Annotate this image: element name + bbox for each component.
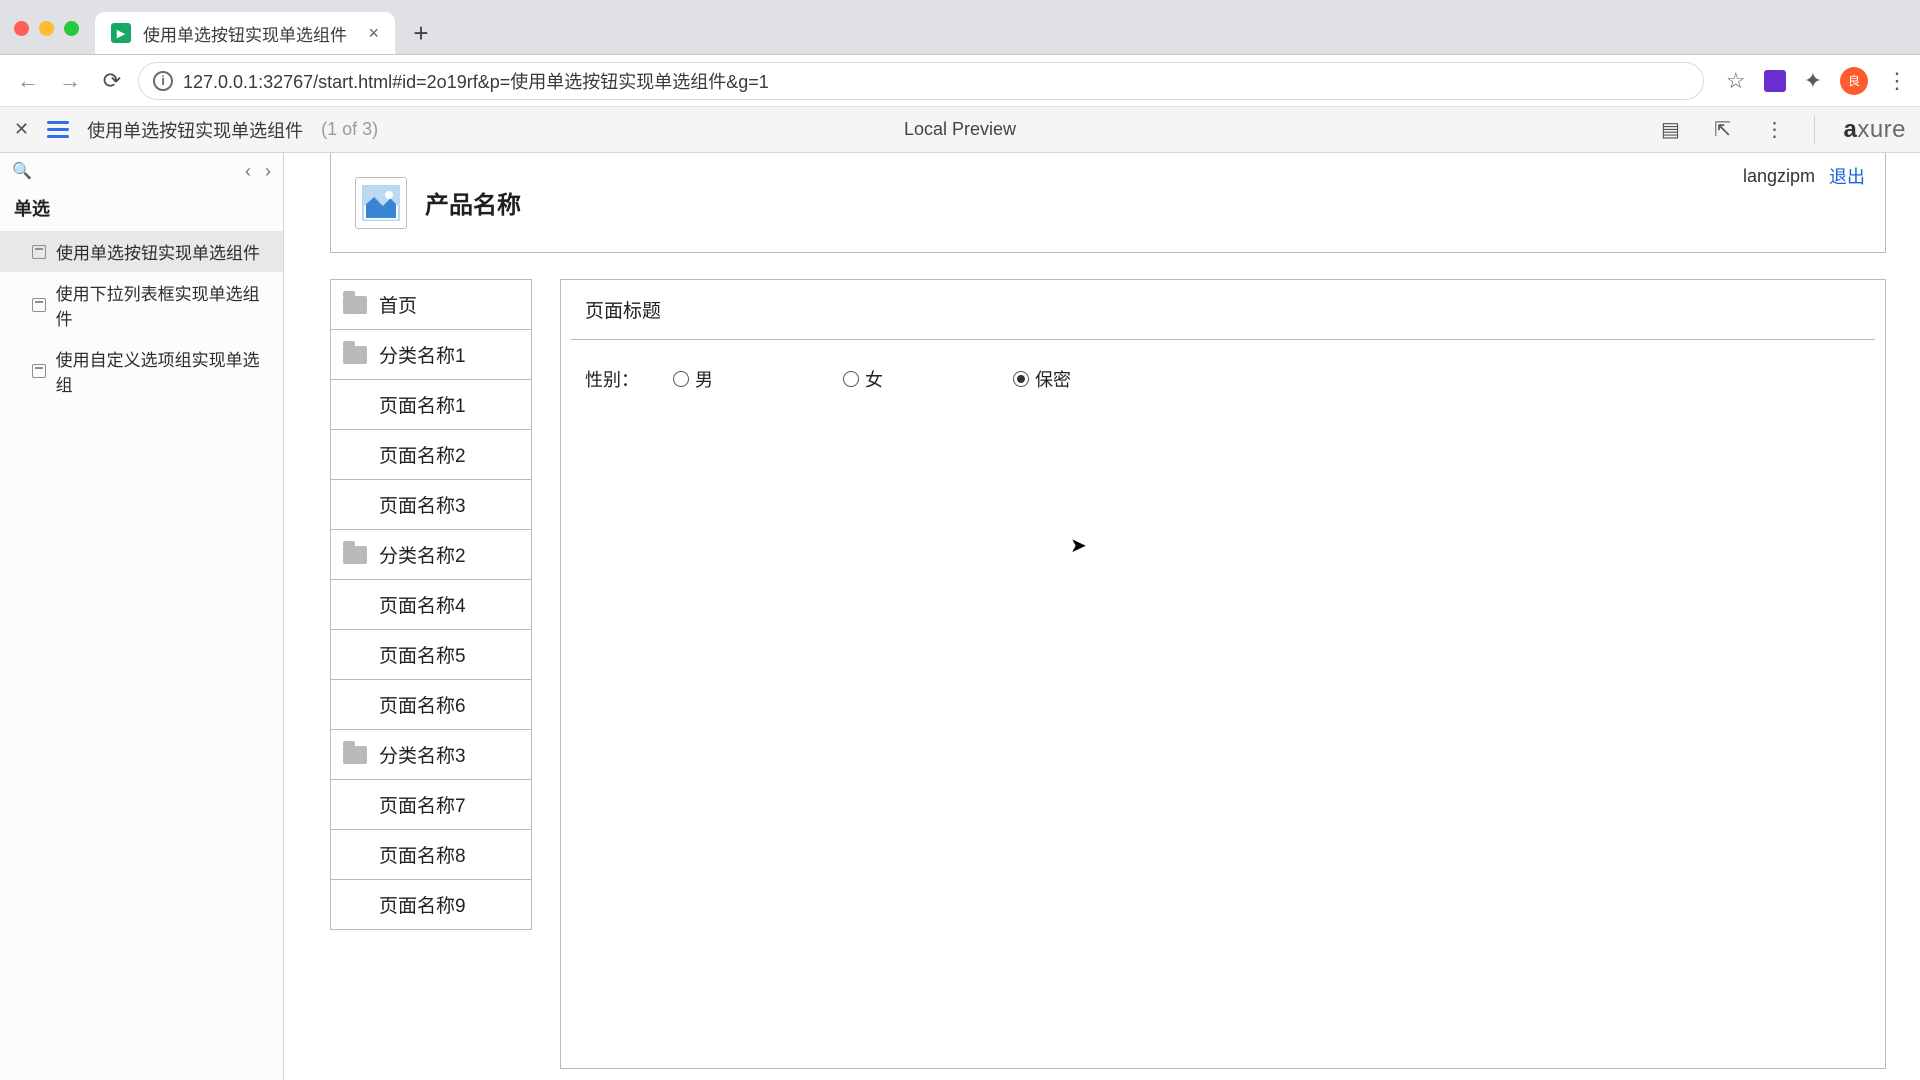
prototype-content: 页面标题 性别： 男 女 保密 (560, 279, 1886, 1069)
gender-radio-option[interactable]: 男 (673, 366, 763, 392)
nav-item-label: 页面名称2 (379, 441, 466, 468)
browser-tabstrip: 使用单选按钮实现单选组件 × + (0, 0, 1920, 55)
nav-item-label: 页面名称9 (379, 891, 466, 918)
new-tab-button[interactable]: + (403, 15, 439, 51)
window-maximize-button[interactable] (64, 21, 79, 36)
nav-item-label: 页面名称6 (379, 691, 466, 718)
nav-category-item[interactable]: 首页 (330, 280, 532, 330)
nav-item-label: 页面名称1 (379, 391, 466, 418)
tab-favicon-icon (111, 23, 131, 43)
pages-tree-item-label: 使用自定义选项组实现单选组 (56, 346, 269, 396)
extension-icon[interactable] (1764, 70, 1786, 92)
tab-title: 使用单选按钮实现单选组件 (143, 21, 347, 46)
nav-item-label: 页面名称7 (379, 791, 466, 818)
nav-page-item[interactable]: 页面名称7 (330, 780, 532, 830)
username-label: langzipm (1743, 166, 1815, 187)
axure-pages-panel: 🔍 ‹ › 单选 使用单选按钮实现单选组件使用下拉列表框实现单选组件使用自定义选… (0, 153, 284, 1080)
divider (1814, 116, 1815, 144)
extensions-puzzle-icon[interactable]: ✦ (1804, 68, 1822, 94)
axure-preview-label: Local Preview (904, 119, 1016, 140)
nav-category-item[interactable]: 分类名称1 (330, 330, 532, 380)
content-title: 页面标题 (561, 280, 1885, 339)
axure-logo: axure (1843, 116, 1906, 144)
gender-label: 性别： (585, 366, 639, 392)
nav-item-label: 分类名称1 (379, 341, 466, 368)
axure-close-button[interactable]: ✕ (14, 119, 29, 140)
browser-menu-button[interactable]: ⋮ (1886, 68, 1908, 94)
axure-page-counter: (1 of 3) (321, 119, 378, 140)
logout-link[interactable]: 退出 (1829, 163, 1865, 189)
folder-icon (343, 296, 367, 314)
pages-search-icon[interactable]: 🔍 (12, 161, 32, 181)
folder-icon (343, 546, 367, 564)
radio-icon (843, 371, 859, 387)
nav-item-label: 页面名称3 (379, 491, 466, 518)
nav-forward-button[interactable]: → (54, 65, 86, 97)
pages-tree-item[interactable]: 使用单选按钮实现单选组件 (0, 231, 283, 272)
pages-next-button[interactable]: › (265, 161, 271, 182)
page-icon (32, 364, 46, 378)
nav-reload-button[interactable]: ⟳ (96, 65, 128, 97)
axure-notes-icon[interactable]: ▤ (1658, 118, 1682, 142)
nav-page-item[interactable]: 页面名称4 (330, 580, 532, 630)
window-controls (14, 21, 79, 36)
product-logo-icon (355, 177, 407, 229)
axure-toolbar: ✕ 使用单选按钮实现单选组件 (1 of 3) Local Preview ▤ … (0, 107, 1920, 153)
nav-page-item[interactable]: 页面名称2 (330, 430, 532, 480)
site-info-icon[interactable]: i (153, 71, 173, 91)
nav-page-item[interactable]: 页面名称9 (330, 880, 532, 930)
nav-item-label: 首页 (379, 291, 417, 318)
prototype-canvas: 产品名称 langzipm 退出 首页分类名称1 页面名称1 页面名称2 页面名称3 分… (284, 153, 1920, 1080)
radio-icon (673, 371, 689, 387)
page-icon (32, 298, 46, 312)
nav-back-button[interactable]: ← (12, 65, 44, 97)
tab-close-button[interactable]: × (368, 23, 379, 44)
radio-label: 女 (865, 366, 883, 392)
url-text: 127.0.0.1:32767/start.html#id=2o19rf&p=使… (183, 68, 769, 94)
axure-page-name: 使用单选按钮实现单选组件 (87, 117, 303, 143)
product-name: 产品名称 (425, 185, 521, 220)
folder-icon (343, 746, 367, 764)
nav-item-label: 页面名称8 (379, 841, 466, 868)
nav-category-item[interactable]: 分类名称3 (330, 730, 532, 780)
prototype-header: 产品名称 langzipm 退出 (330, 153, 1886, 253)
axure-share-icon[interactable]: ⇱ (1710, 118, 1734, 142)
pages-tree-item[interactable]: 使用下拉列表框实现单选组件 (0, 272, 283, 338)
radio-label: 保密 (1035, 366, 1071, 392)
gender-form-row: 性别： 男 女 保密 (561, 340, 1885, 418)
window-minimize-button[interactable] (39, 21, 54, 36)
pages-tree-item[interactable]: 使用自定义选项组实现单选组 (0, 338, 283, 404)
gender-radio-option[interactable]: 保密 (1013, 366, 1103, 392)
nav-item-label: 页面名称5 (379, 641, 466, 668)
window-close-button[interactable] (14, 21, 29, 36)
nav-page-item[interactable]: 页面名称1 (330, 380, 532, 430)
browser-address-bar: ← → ⟳ i 127.0.0.1:32767/start.html#id=2o… (0, 55, 1920, 107)
pages-prev-button[interactable]: ‹ (245, 161, 251, 182)
nav-item-label: 分类名称3 (379, 741, 466, 768)
bookmark-star-icon[interactable]: ☆ (1726, 68, 1746, 94)
nav-page-item[interactable]: 页面名称5 (330, 630, 532, 680)
pages-section-title: 单选 (0, 189, 283, 231)
axure-more-icon[interactable]: ⋮ (1762, 118, 1786, 142)
axure-pages-toggle[interactable] (47, 121, 69, 138)
profile-avatar[interactable]: 良 (1840, 67, 1868, 95)
radio-icon (1013, 371, 1029, 387)
url-input[interactable]: i 127.0.0.1:32767/start.html#id=2o19rf&p… (138, 62, 1704, 100)
prototype-side-nav: 首页分类名称1 页面名称1 页面名称2 页面名称3 分类名称2 页面名称4 页面名称5 页面名… (330, 279, 532, 1069)
nav-page-item[interactable]: 页面名称6 (330, 680, 532, 730)
pages-tree-item-label: 使用单选按钮实现单选组件 (56, 239, 260, 264)
pages-tree-item-label: 使用下拉列表框实现单选组件 (56, 280, 269, 330)
folder-icon (343, 346, 367, 364)
radio-label: 男 (695, 366, 713, 392)
gender-radio-option[interactable]: 女 (843, 366, 933, 392)
nav-category-item[interactable]: 分类名称2 (330, 530, 532, 580)
nav-item-label: 页面名称4 (379, 591, 466, 618)
nav-page-item[interactable]: 页面名称3 (330, 480, 532, 530)
page-icon (32, 245, 46, 259)
nav-item-label: 分类名称2 (379, 541, 466, 568)
nav-page-item[interactable]: 页面名称8 (330, 830, 532, 880)
browser-tab[interactable]: 使用单选按钮实现单选组件 × (95, 12, 395, 54)
